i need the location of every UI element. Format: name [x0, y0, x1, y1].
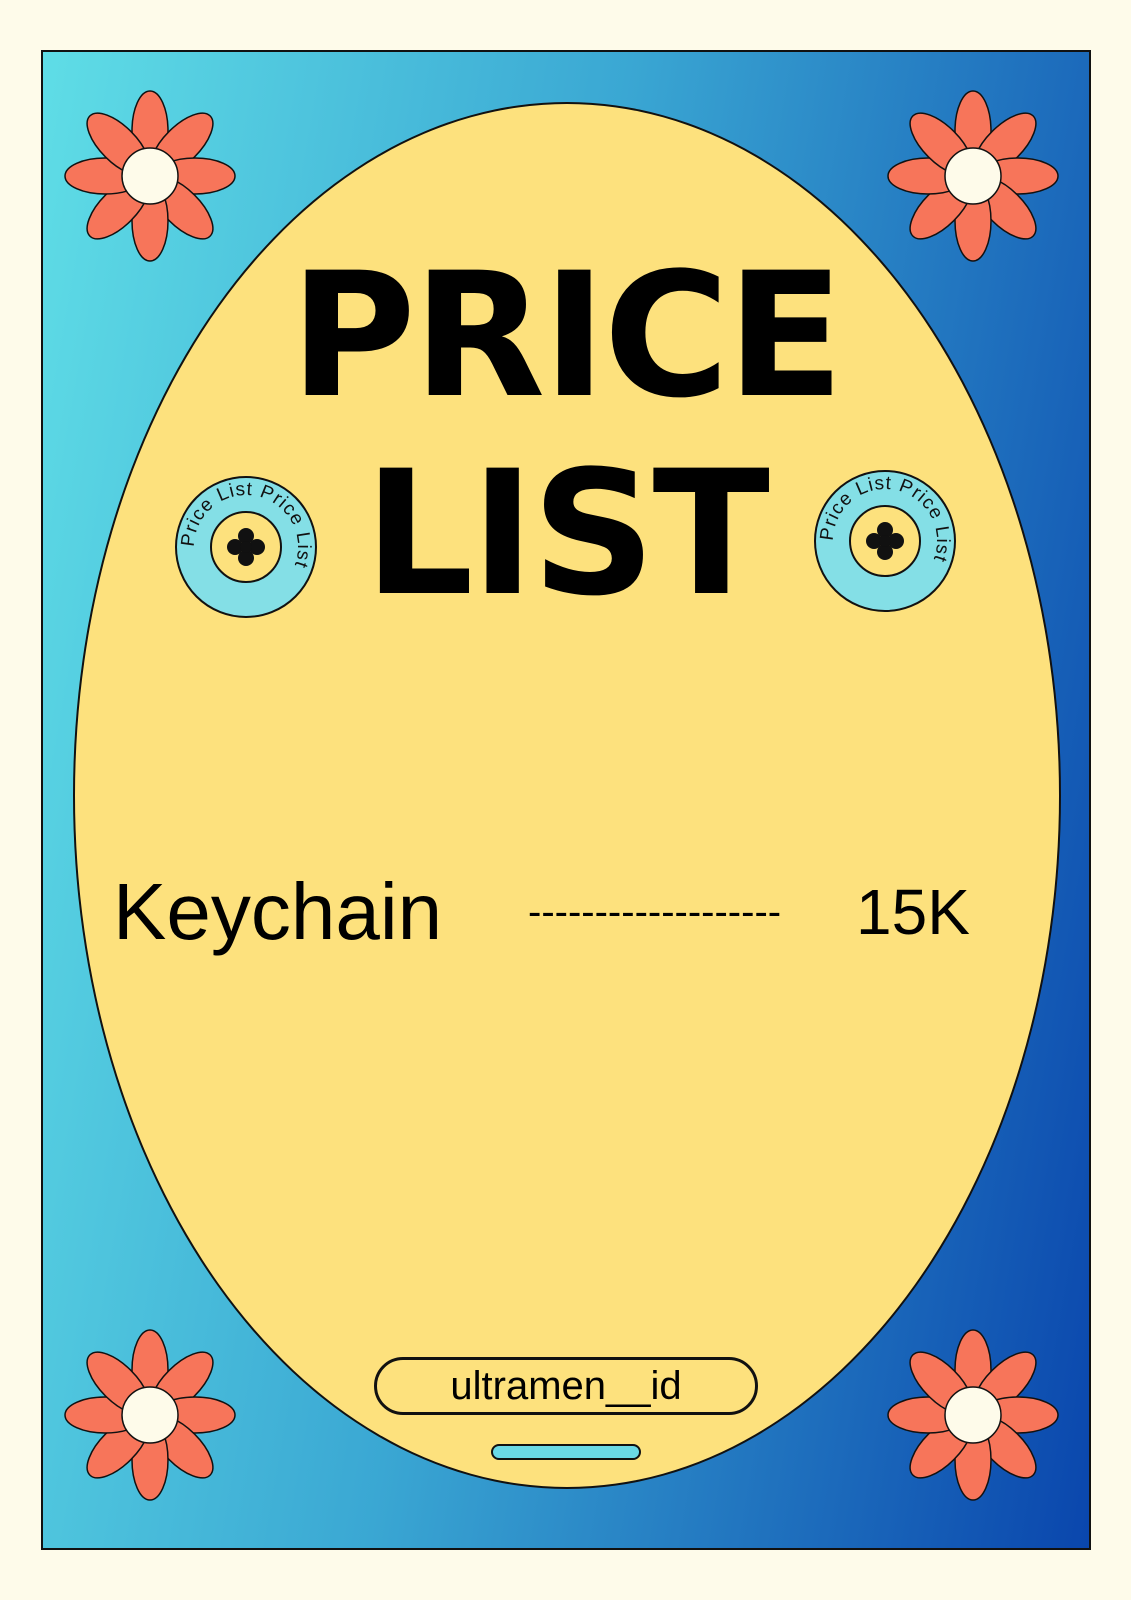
- item-name: Keychain: [113, 867, 443, 956]
- flower-icon: [886, 1328, 1060, 1502]
- flower-icon: [886, 89, 1060, 263]
- list-item: Keychain ------------------- 15K: [113, 862, 993, 962]
- price-list-badge-right: Price List Price List: [812, 468, 958, 614]
- flower-icon: [63, 1328, 237, 1502]
- price-list-page: PRICE LIST Price List Price List Price L…: [0, 0, 1131, 1600]
- decorative-bar: [491, 1444, 641, 1460]
- item-price: 15K: [856, 876, 970, 948]
- item-leader: -------------------: [528, 890, 782, 934]
- page-title: PRICE: [289, 235, 844, 436]
- flower-icon: [63, 89, 237, 263]
- social-handle: ultramen__id: [374, 1357, 758, 1415]
- page-title-line-2: LIST: [364, 433, 770, 634]
- price-list-badge-left: Price List Price List: [173, 474, 319, 620]
